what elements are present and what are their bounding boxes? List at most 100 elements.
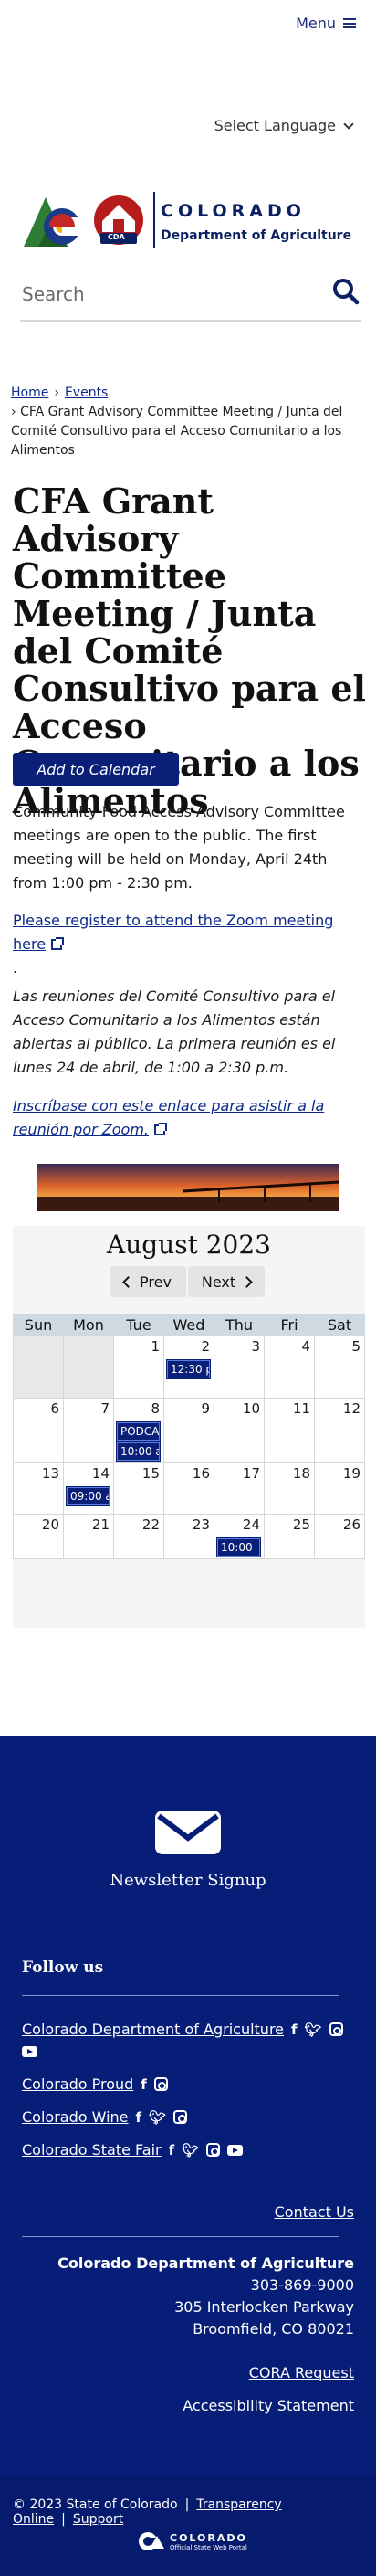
logo-department: Department of Agriculture <box>161 228 352 243</box>
site-footer: Newsletter Signup Follow us Colorado Dep… <box>0 1736 376 2576</box>
calendar-day-cell[interactable]: 21 <box>63 1514 114 1559</box>
calendar-day-number: 24 <box>242 1516 260 1533</box>
weekday-header: Sat <box>314 1314 365 1336</box>
newsletter-signup-link[interactable]: Newsletter Signup <box>0 1871 376 1890</box>
calendar-day-cell[interactable]: 24 10:00 <box>214 1514 265 1559</box>
calendar-day-number: 5 <box>351 1338 360 1355</box>
calendar-day-number: 10 <box>242 1400 260 1417</box>
add-to-calendar-button[interactable]: Add to Calendar <box>13 753 179 786</box>
support-link[interactable]: Support <box>73 2512 123 2527</box>
calendar-day-number: 6 <box>50 1400 59 1417</box>
calendar-day-cell[interactable]: 4 <box>264 1336 315 1399</box>
event-banner-image <box>37 1164 339 1211</box>
youtube-icon[interactable] <box>22 2046 37 2057</box>
calendar-day-cell[interactable]: 16 <box>163 1462 214 1515</box>
social-row-state-fair: Colorado State Fair f 🐦︎ <box>22 2141 244 2159</box>
calendar-day-number: 1 <box>151 1338 160 1355</box>
calendar-day-cell[interactable]: 1 <box>113 1336 164 1399</box>
calendar-day-cell[interactable]: 11 <box>264 1398 315 1463</box>
calendar-day-cell[interactable]: 22 <box>113 1514 164 1559</box>
register-link-es[interactable]: Inscríbase con este enlace para asistir … <box>13 1097 324 1138</box>
facebook-icon[interactable]: f <box>136 2109 142 2126</box>
accessibility-statement-link[interactable]: Accessibility Statement <box>183 2397 354 2414</box>
calendar-day-cell[interactable]: 18 <box>264 1462 315 1515</box>
search-input[interactable] <box>22 283 296 305</box>
calendar-day-cell[interactable]: 8 PODCAS10:00 a <box>113 1398 164 1463</box>
org-name: Colorado Department of Agriculture <box>57 2254 354 2272</box>
instagram-icon[interactable] <box>153 2077 168 2091</box>
language-select[interactable]: Select Language <box>214 117 354 134</box>
calendar-day-cell[interactable]: 26 <box>314 1514 365 1559</box>
social-link-state-fair[interactable]: Colorado State Fair <box>22 2141 162 2159</box>
next-month-button[interactable]: Next <box>188 1266 265 1297</box>
social-link-colorado-wine[interactable]: Colorado Wine <box>22 2108 129 2126</box>
calendar-day-cell[interactable]: 13 <box>13 1462 64 1515</box>
weekday-header: Wed <box>163 1314 214 1336</box>
calendar-day-number: 17 <box>242 1465 260 1482</box>
register-link-en[interactable]: Please register to attend the Zoom meeti… <box>13 912 333 953</box>
calendar-day-number: 16 <box>192 1465 210 1482</box>
footer-divider <box>22 2236 339 2237</box>
calendar-week-row: 1 2 12:30 p 3 4 5 <box>13 1336 365 1399</box>
calendar-event[interactable]: 12:30 p <box>167 1360 210 1378</box>
calendar-day-cell[interactable]: 7 <box>63 1398 114 1463</box>
prev-month-button[interactable]: Prev <box>110 1266 186 1297</box>
logo-text: COLORADO Department of Agriculture <box>161 201 351 243</box>
facebook-icon[interactable]: f <box>291 2022 298 2038</box>
calendar-day-cell[interactable]: 20 <box>13 1514 64 1559</box>
calendar-day-cell[interactable]: 15 <box>113 1462 164 1515</box>
facebook-icon[interactable]: f <box>141 2076 147 2093</box>
accessibility-wrap: Accessibility Statement <box>183 2397 354 2414</box>
calendar-day-cell[interactable]: 12 <box>314 1398 365 1463</box>
calendar-day-number: 20 <box>41 1516 59 1533</box>
twitter-icon[interactable]: 🐦︎ <box>149 2109 166 2126</box>
calendar-day-cell[interactable] <box>13 1336 64 1399</box>
youtube-icon[interactable] <box>227 2144 244 2156</box>
envelope-icon[interactable] <box>151 1807 225 1862</box>
calendar-week-row: 20 21 22 23 24 10:00 25 26 <box>13 1514 365 1559</box>
calendar-day-cell[interactable]: 6 <box>13 1398 64 1463</box>
calendar-day-cell[interactable]: 3 <box>214 1336 265 1399</box>
state-portal-logo[interactable]: COLORADO Official State Web Portal <box>137 2530 247 2552</box>
instagram-icon[interactable] <box>173 2110 188 2124</box>
calendar-event[interactable]: 10:00 <box>217 1538 260 1557</box>
menu-label: Menu <box>296 15 336 32</box>
calendar-day-cell[interactable]: 5 <box>314 1336 365 1399</box>
social-link-cda[interactable]: Colorado Department of Agriculture <box>22 2021 284 2038</box>
contact-us-link[interactable]: Contact Us <box>275 2203 354 2221</box>
org-address-2: Broomfield, CO 80021 <box>193 2320 354 2338</box>
twitter-icon[interactable]: 🐦︎ <box>305 2022 322 2038</box>
instagram-icon[interactable] <box>206 2143 221 2157</box>
cora-request-link[interactable]: CORA Request <box>249 2364 354 2381</box>
calendar-day-number: 15 <box>141 1465 160 1482</box>
calendar-day-number: 25 <box>292 1516 310 1533</box>
breadcrumb-home[interactable]: Home <box>11 385 48 400</box>
calendar-day-number: 7 <box>100 1400 110 1417</box>
portal-text: COLORADO Official State Web Portal <box>170 2532 247 2551</box>
calendar-event[interactable]: 10:00 a <box>117 1442 160 1461</box>
calendar-day-cell[interactable]: 19 <box>314 1462 365 1515</box>
calendar-day-cell[interactable]: 10 <box>214 1398 265 1463</box>
calendar-day-number: 23 <box>192 1516 210 1533</box>
social-link-colorado-proud[interactable]: Colorado Proud <box>22 2075 133 2093</box>
calendar-day-cell[interactable]: 9 <box>163 1398 214 1463</box>
calendar-day-cell[interactable]: 17 <box>214 1462 265 1515</box>
cda-logo[interactable]: CDA <box>22 190 150 250</box>
search-icon[interactable] <box>332 278 360 309</box>
contact-us-wrap: Contact Us <box>275 2203 354 2221</box>
facebook-icon[interactable]: f <box>169 2142 175 2159</box>
calendar-event[interactable]: 09:00 a <box>67 1487 110 1505</box>
twitter-icon[interactable]: 🐦︎ <box>182 2142 199 2159</box>
calendar-day-cell[interactable] <box>63 1336 114 1399</box>
menu-button[interactable]: Menu <box>296 15 356 32</box>
calendar-grid: Sun Mon Tue Wed Thu Fri Sat 1 2 12:30 p 3 4 5 6 7 8 POD… <box>13 1314 365 1559</box>
calendar-day-cell[interactable]: 25 <box>264 1514 315 1559</box>
calendar-event[interactable]: PODCAS <box>117 1422 160 1441</box>
search-bar <box>20 270 361 322</box>
calendar-day-cell[interactable]: 2 12:30 p <box>163 1336 214 1399</box>
event-description-en: Community Food Access Advisory Committee… <box>13 803 345 892</box>
calendar-day-cell[interactable]: 14 09:00 a <box>63 1462 114 1515</box>
instagram-icon[interactable] <box>329 2022 343 2036</box>
calendar-day-cell[interactable]: 23 <box>163 1514 214 1559</box>
breadcrumb-events[interactable]: Events <box>65 385 108 400</box>
